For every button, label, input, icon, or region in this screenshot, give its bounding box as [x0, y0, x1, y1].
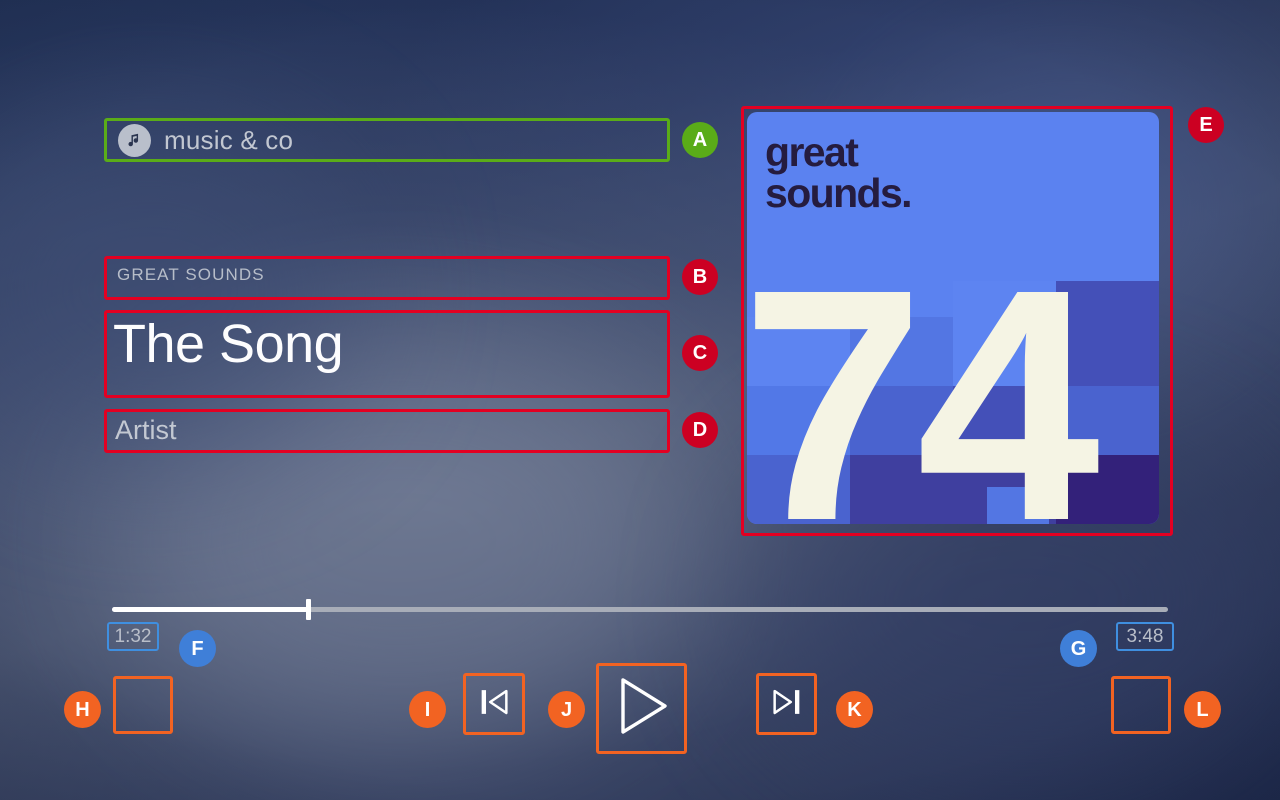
annotation-badge-F: F [179, 630, 216, 667]
annotation-badge-H: H [64, 691, 101, 728]
annotation-badge-E: E [1188, 107, 1224, 143]
annotation-badge-L: L [1184, 691, 1221, 728]
annotation-box-E [741, 106, 1173, 536]
progress-fill [112, 607, 309, 612]
annotation-box-H [113, 676, 173, 734]
annotation-badge-I: I [409, 691, 446, 728]
annotation-badge-C: C [682, 335, 718, 371]
annotation-box-D [104, 409, 670, 453]
annotation-box-L [1111, 676, 1171, 734]
player-screen: music & co A GREAT SOUNDS B The Song C A… [0, 0, 1280, 800]
annotation-box-A [104, 118, 670, 162]
annotation-box-F [107, 622, 159, 651]
annotation-box-B [104, 256, 670, 300]
annotation-badge-K: K [836, 691, 873, 728]
annotation-badge-G: G [1060, 630, 1097, 667]
annotation-box-I [463, 673, 525, 735]
annotation-box-C [104, 310, 670, 398]
annotation-badge-A: A [682, 122, 718, 158]
annotation-badge-J: J [548, 691, 585, 728]
progress-handle[interactable] [306, 599, 312, 620]
annotation-badge-B: B [682, 259, 718, 295]
annotation-box-K [756, 673, 817, 735]
annotation-badge-D: D [682, 412, 718, 448]
progress-bar[interactable] [112, 599, 1168, 620]
annotation-box-J [596, 663, 687, 754]
annotation-box-G [1116, 622, 1174, 651]
